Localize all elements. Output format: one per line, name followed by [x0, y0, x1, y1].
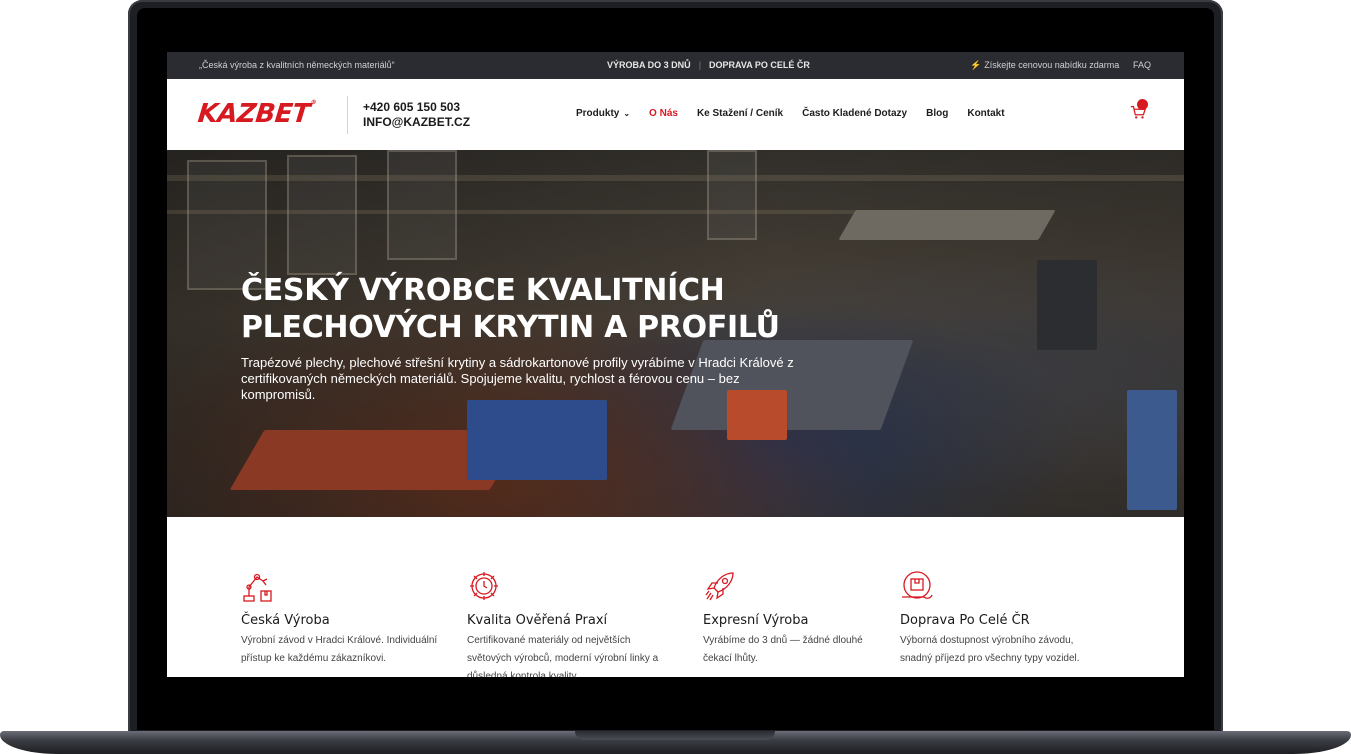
hero-bg-window: [707, 150, 757, 240]
top-bar-highlights: VÝROBA DO 3 DNŮ | DOPRAVA PO CELÉ ČR: [607, 60, 810, 70]
hero-section: ČESKÝ VÝROBCE KVALITNÍCH PLECHOVÝCH KRYT…: [167, 150, 1184, 517]
gear-clock-icon: [470, 572, 498, 600]
feature-title: Česká Výroba: [241, 613, 330, 628]
nav-item-faq[interactable]: Často Kladené Dotazy: [802, 108, 907, 119]
hero-bg-machine: [467, 400, 607, 480]
phone-link[interactable]: +420 605 150 503: [363, 100, 470, 115]
hero-title-line: PLECHOVÝCH KRYTIN A PROFILŮ: [241, 310, 780, 345]
free-quote-label: Získejte cenovou nabídku zdarma: [984, 60, 1120, 70]
hero-bg-window: [287, 155, 357, 275]
hero-bg-machine: [1127, 390, 1177, 510]
header-divider: [347, 96, 348, 134]
nav-item-blog[interactable]: Blog: [926, 108, 948, 119]
chevron-down-icon: ⌄: [623, 109, 631, 118]
feature-text: Certifikované materiály od největších sv…: [467, 635, 659, 677]
feature-item: Kvalita Ověřená Praxí Certifikované mate…: [467, 569, 677, 677]
delivery-package-icon: [902, 571, 933, 599]
separator: |: [698, 60, 702, 70]
rocket-icon: [705, 572, 734, 601]
feature-text: Výrobní závod v Hradci Králové. Individu…: [241, 635, 438, 664]
site-header: KAZBET® +420 605 150 503 INFO@KAZBET.CZ …: [167, 79, 1184, 150]
hero-bg-beam: [167, 175, 1184, 181]
hero-bg-beam: [167, 210, 867, 214]
contact-info: +420 605 150 503 INFO@KAZBET.CZ: [363, 100, 470, 130]
nav-item-produkty[interactable]: Produkty ⌄: [576, 108, 630, 119]
lightning-icon: ⚡: [970, 60, 982, 70]
nav-item-ke-stazeni[interactable]: Ke Stažení / Ceník: [697, 108, 783, 119]
hero-bg-machine: [1037, 260, 1097, 350]
cart-badge: [1137, 99, 1148, 110]
hero-title: ČESKÝ VÝROBCE KVALITNÍCH PLECHOVÝCH KRYT…: [241, 272, 801, 346]
nav-item-o-nas[interactable]: O Nás: [649, 108, 678, 119]
feature-item: Česká Výroba Výrobní závod v Hradci Král…: [241, 569, 451, 664]
feature-item: Doprava Po Celé ČR Výborná dostupnost vý…: [900, 569, 1100, 664]
logo-text: KAZBET: [196, 99, 312, 129]
hero-bg-machine: [838, 210, 1056, 240]
registered-mark: ®: [310, 99, 317, 106]
production-time-label: VÝROBA DO 3 DNŮ: [607, 60, 691, 70]
feature-title: Kvalita Ověřená Praxí: [467, 613, 608, 628]
nav-item-kontakt[interactable]: Kontakt: [967, 108, 1004, 119]
nav-label: Produkty: [576, 108, 620, 119]
feature-title: Expresní Výroba: [703, 613, 809, 628]
feature-item: Expresní Výroba Vyrábíme do 3 dnů — žádn…: [703, 569, 873, 664]
features-section: Česká Výroba Výrobní závod v Hradci Král…: [167, 517, 1184, 677]
feature-title: Doprava Po Celé ČR: [900, 613, 1030, 628]
website-screen: „Česká výroba z kvalitních německých mat…: [167, 52, 1184, 677]
tagline-quote: „Česká výroba z kvalitních německých mat…: [199, 60, 395, 70]
feature-text: Vyrábíme do 3 dnů — žádné dlouhé čekací …: [703, 635, 863, 664]
robot-arm-icon: [243, 573, 272, 602]
free-quote-link[interactable]: ⚡ Získejte cenovou nabídku zdarma: [970, 60, 1119, 71]
feature-text: Výborná dostupnost výrobního závodu, sna…: [900, 635, 1080, 664]
main-navigation: Produkty ⌄ O Nás Ke Stažení / Ceník Často…: [576, 108, 1005, 119]
hero-bg-window: [387, 150, 457, 260]
laptop-notch: [575, 731, 775, 740]
shipping-label: DOPRAVA PO CELÉ ČR: [709, 60, 810, 70]
kazbet-logo[interactable]: KAZBET®: [196, 99, 316, 129]
hero-title-line: ČESKÝ VÝROBCE KVALITNÍCH: [241, 273, 725, 308]
top-bar: „Česká výroba z kvalitních německých mat…: [167, 52, 1184, 79]
hero-subtitle: Trapézové plechy, plechové střešní kryti…: [241, 355, 794, 402]
email-link[interactable]: INFO@KAZBET.CZ: [363, 115, 470, 130]
faq-link[interactable]: FAQ: [1133, 60, 1151, 70]
